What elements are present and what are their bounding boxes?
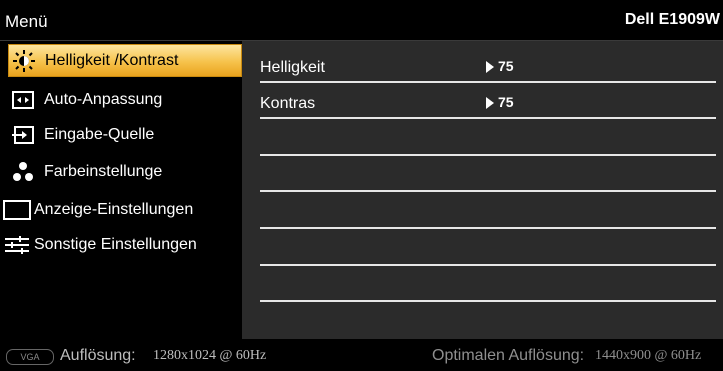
settings-panel: Helligkeit 75 Kontras 75 <box>242 41 723 339</box>
sidebar-item-label: Eingabe-Quelle <box>44 125 155 143</box>
sidebar-item-label: Helligkeit /Kontrast <box>45 51 179 69</box>
optimal-resolution-value: 1440x900 @ 60Hz <box>595 348 702 363</box>
row-divider <box>260 227 716 229</box>
osd-sidebar: Helligkeit /Kontrast Auto-Anpassung Eing… <box>0 41 242 339</box>
status-bar: VGA Auflösung: 1280x1024 @ 60Hz Optimale… <box>0 339 723 371</box>
value-arrow-icon <box>486 97 494 109</box>
setting-name: Helligkeit <box>260 59 325 76</box>
display-settings-icon <box>2 197 32 223</box>
osd-title-bar: Menü Dell E1909W <box>0 0 723 40</box>
row-divider <box>260 300 716 302</box>
sidebar-item-label: Farbeinstellunge <box>44 162 163 180</box>
sidebar-item-label: Anzeige-Einstellungen <box>34 200 194 218</box>
sidebar-item-input-source[interactable]: Eingabe-Quelle <box>0 118 242 151</box>
menu-title: Menü <box>5 12 48 31</box>
sidebar-item-brightness-contrast[interactable]: Helligkeit /Kontrast <box>8 44 242 77</box>
sidebar-item-display-settings[interactable]: Anzeige-Einstellungen <box>0 193 242 226</box>
setting-row-brightness[interactable]: Helligkeit 75 <box>260 49 716 85</box>
sidebar-item-other-settings[interactable]: Sonstige Einstellungen <box>0 228 242 261</box>
vga-connector-icon: VGA <box>6 349 54 365</box>
row-divider <box>260 264 716 266</box>
other-settings-icon <box>2 232 32 258</box>
auto-adjust-icon <box>8 87 38 113</box>
input-source-icon <box>8 122 38 148</box>
brightness-icon <box>9 48 39 74</box>
monitor-model: Dell E1909W <box>624 11 720 28</box>
sidebar-item-label: Auto-Anpassung <box>44 90 163 108</box>
value-arrow-icon <box>486 61 494 73</box>
resolution-label: Auflösung: <box>60 347 136 364</box>
sidebar-item-auto-adjust[interactable]: Auto-Anpassung <box>0 83 242 116</box>
setting-row-contrast[interactable]: Kontras 75 <box>260 85 716 121</box>
row-divider <box>260 190 716 192</box>
row-divider <box>260 154 716 156</box>
setting-value: 75 <box>498 94 514 110</box>
color-settings-icon <box>8 159 38 185</box>
sidebar-item-label: Sonstige Einstellungen <box>34 235 197 253</box>
row-divider <box>260 81 716 83</box>
resolution-value: 1280x1024 @ 60Hz <box>153 348 267 363</box>
row-divider <box>260 117 716 119</box>
setting-value: 75 <box>498 58 514 74</box>
setting-name: Kontras <box>260 95 316 112</box>
sidebar-item-color-settings[interactable]: Farbeinstellunge <box>0 155 242 188</box>
optimal-resolution-label: Optimalen Auflösung: <box>432 347 585 364</box>
